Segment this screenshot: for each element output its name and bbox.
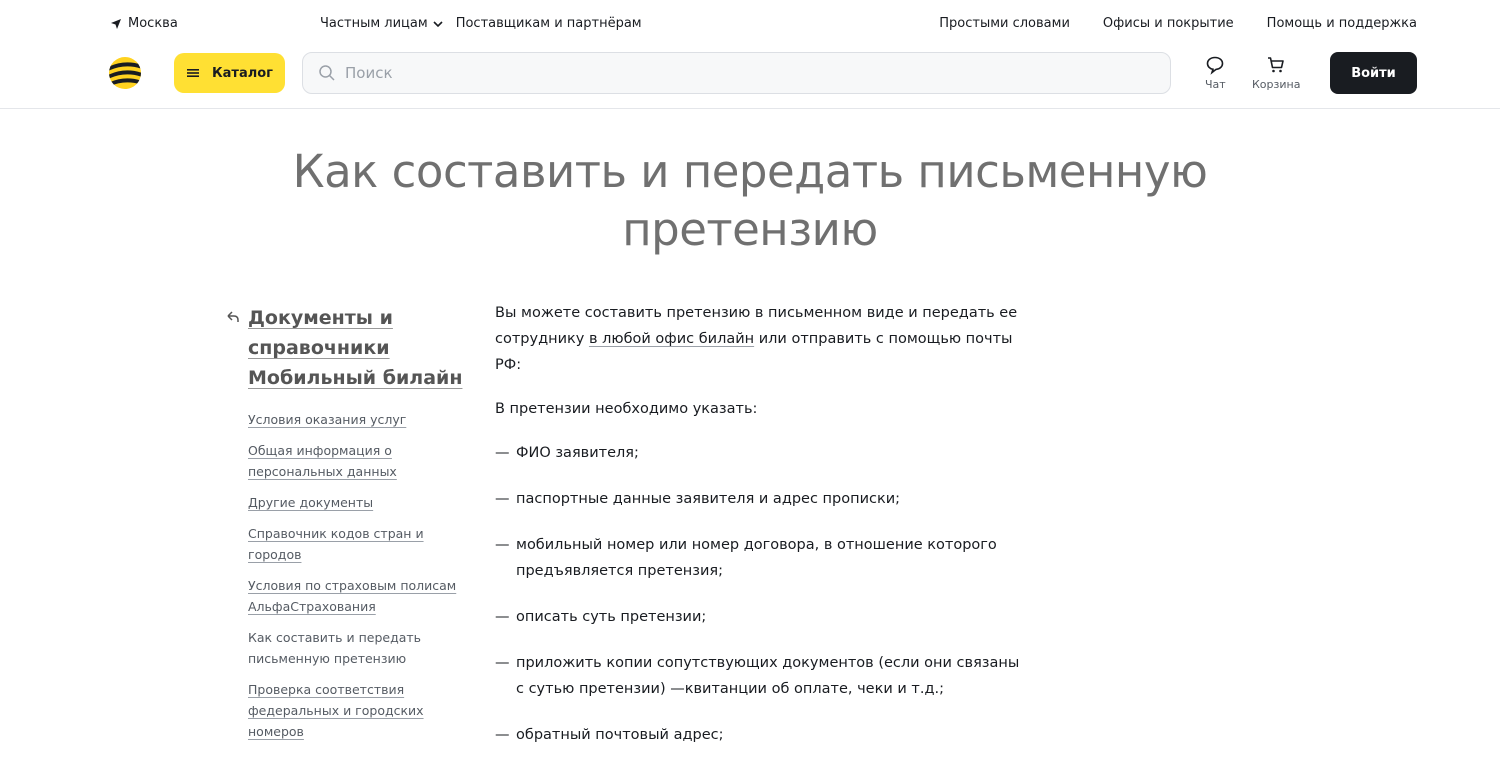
sidebar-item[interactable]: Проверка соответствия федеральных и горо… — [248, 679, 474, 742]
login-button[interactable]: Войти — [1330, 52, 1417, 94]
audience-nav: Частным лицам Поставщикам и партнёрам — [320, 16, 642, 31]
city-label: Москва — [128, 16, 178, 31]
nav-suppliers-partners-label: Поставщикам и партнёрам — [455, 16, 642, 31]
main-header: Каталог Чат Корзина Войти — [0, 48, 1500, 109]
menu-icon — [187, 69, 200, 77]
search-box — [302, 52, 1171, 94]
list-dash: — — [495, 727, 510, 743]
location-arrow-icon — [111, 18, 121, 29]
sidebar: Документы и справочники Мобильный билайн… — [224, 303, 474, 752]
sidebar-item-label: Условия по страховым полисам АльфаСтрахо… — [248, 578, 457, 614]
sidebar-item-label: Условия оказания услуг — [248, 412, 407, 427]
sidebar-list: Условия оказания услуг Общая информация … — [224, 409, 474, 742]
chat-button[interactable]: Чат — [1205, 55, 1226, 91]
article-content: Вы можете составить претензию в письменн… — [495, 300, 1025, 768]
beeline-logo-icon[interactable] — [108, 56, 142, 90]
chevron-down-icon — [433, 20, 443, 27]
list-item-text: мобильный номер или номер договора, в от… — [516, 537, 997, 579]
cart-label: Корзина — [1252, 78, 1301, 91]
nav-help-support[interactable]: Помощь и поддержка — [1267, 16, 1417, 31]
list-dash: — — [495, 445, 510, 461]
sidebar-section-link[interactable]: Документы и справочники Мобильный билайн — [224, 303, 474, 393]
sidebar-item-label: Проверка соответствия федеральных и горо… — [248, 682, 424, 739]
nav-private-persons[interactable]: Частным лицам — [320, 16, 444, 31]
nav-offices-coverage[interactable]: Офисы и покрытие — [1103, 16, 1234, 31]
any-office-link[interactable]: в любой офис билайн — [589, 331, 754, 347]
list-dash: — — [495, 609, 510, 625]
list-item: — мобильный номер или номер договора, в … — [495, 532, 1025, 584]
sidebar-item[interactable]: Справочник кодов стран и городов — [248, 523, 474, 565]
search-input[interactable] — [345, 64, 1125, 82]
catalog-button[interactable]: Каталог — [174, 53, 285, 93]
sidebar-item[interactable]: Общая информация о персональных данных — [248, 440, 474, 482]
catalog-button-label: Каталог — [212, 65, 273, 81]
cart-button[interactable]: Корзина — [1252, 55, 1300, 91]
nav-private-persons-label: Частным лицам — [320, 16, 428, 31]
chat-label: Чат — [1205, 78, 1226, 91]
sidebar-item[interactable]: Другие документы — [248, 492, 474, 513]
list-item-text: обратный почтовый адрес; — [516, 727, 724, 743]
sidebar-item[interactable]: Условия по страховым полисам АльфаСтрахо… — [248, 575, 474, 617]
cart-icon — [1268, 57, 1285, 73]
list-item-text: ФИО заявителя; — [516, 445, 639, 461]
sidebar-item-label: Другие документы — [248, 495, 374, 510]
list-dash: — — [495, 655, 510, 671]
list-item-text: описать суть претензии; — [516, 609, 707, 625]
sidebar-item-label: Справочник кодов стран и городов — [248, 526, 424, 562]
must-include-text: В претензии необходимо указать: — [495, 401, 758, 417]
list-item: — обратный почтовый адрес; — [495, 722, 1025, 748]
top-bar: Москва Частным лицам Поставщикам и партн… — [0, 0, 1500, 48]
sidebar-item-current: Как составить и передать письменную прет… — [248, 627, 474, 669]
intro-paragraph: Вы можете составить претензию в письменн… — [495, 300, 1025, 378]
nav-suppliers-partners[interactable]: Поставщикам и партнёрам — [456, 16, 642, 31]
sidebar-item[interactable]: Условия оказания услуг — [248, 409, 474, 430]
city-selector[interactable]: Москва — [110, 16, 178, 31]
list-dash: — — [495, 537, 510, 553]
chat-bubble-icon — [1207, 56, 1224, 75]
list-item-text: приложить копии сопутствующих документов… — [516, 655, 1020, 697]
list-item: — паспортные данные заявителя и адрес пр… — [495, 486, 1025, 512]
list-item: — описать суть претензии; — [495, 604, 1025, 630]
utility-nav: Простыми словами Офисы и покрытие Помощь… — [939, 16, 1417, 31]
search-icon — [319, 65, 335, 81]
sidebar-item-label: Общая информация о персональных данных — [248, 443, 397, 479]
list-dash: — — [495, 491, 510, 507]
nav-simple-words[interactable]: Простыми словами — [939, 16, 1070, 31]
list-item: — приложить копии сопутствующих документ… — [495, 650, 1025, 702]
page-title: Как составить и передать письменную прет… — [292, 145, 1208, 256]
sidebar-section-title: Документы и справочники Мобильный билайн — [248, 307, 463, 389]
sidebar-item-label: Как составить и передать письменную прет… — [248, 630, 422, 666]
arrow-up-left-icon — [227, 311, 239, 322]
list-item: — ФИО заявителя; — [495, 440, 1025, 466]
list-item-text: паспортные данные заявителя и адрес проп… — [516, 491, 901, 507]
